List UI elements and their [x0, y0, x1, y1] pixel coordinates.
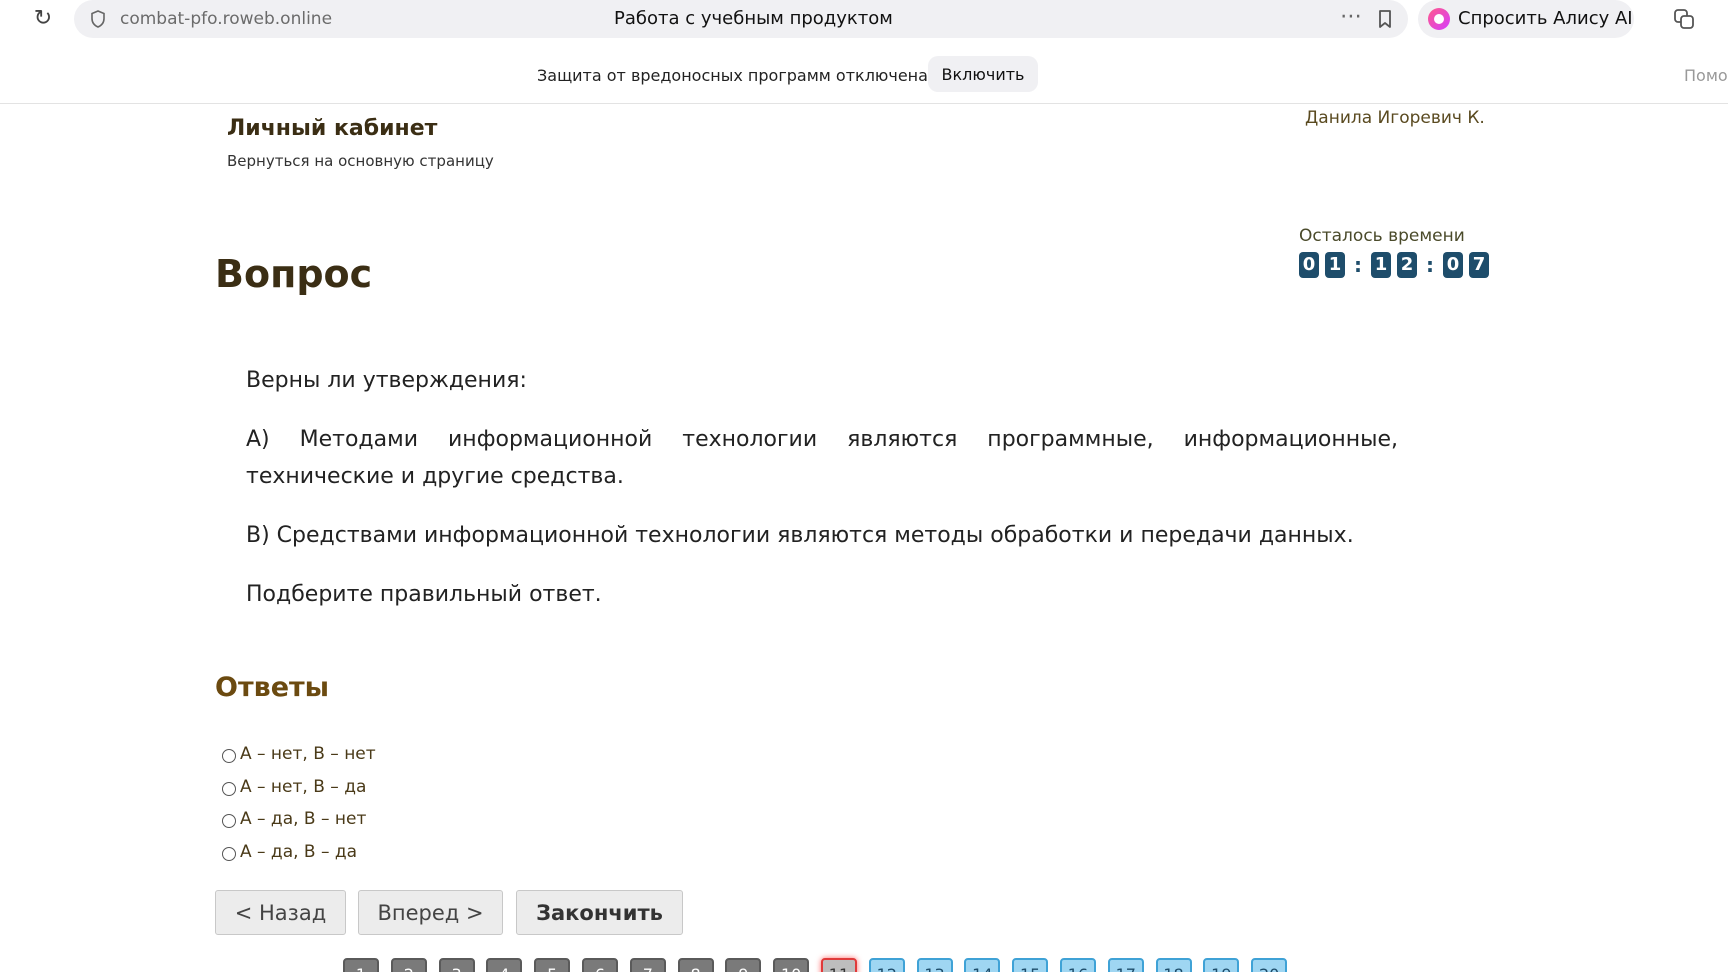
- finish-button[interactable]: Закончить: [516, 890, 683, 935]
- page-number-6[interactable]: 6: [581, 958, 618, 972]
- page-tab-title: Работа с учебным продуктом: [614, 8, 893, 29]
- page-number-15[interactable]: 15: [1012, 958, 1049, 972]
- page-number-2[interactable]: 2: [390, 958, 427, 972]
- page-number-9[interactable]: 9: [725, 958, 762, 972]
- page-number-18[interactable]: 18: [1155, 958, 1192, 972]
- question-heading: Вопрос: [215, 252, 373, 296]
- radio-button[interactable]: [222, 749, 236, 764]
- answer-option[interactable]: А – нет, В – нет: [222, 738, 376, 771]
- page-number-8[interactable]: 8: [677, 958, 714, 972]
- page-number-14[interactable]: 14: [964, 958, 1001, 972]
- page-number-7[interactable]: 7: [629, 958, 666, 972]
- answers-heading: Ответы: [215, 672, 330, 703]
- page-number-3[interactable]: 3: [438, 958, 475, 972]
- more-icon[interactable]: ⋯: [1340, 4, 1363, 29]
- reload-icon[interactable]: ↻: [30, 6, 56, 32]
- protection-bar: Защита от вредоносных программ отключена…: [0, 54, 1728, 104]
- next-button[interactable]: Вперед >: [358, 890, 503, 935]
- user-name: Данила Игоревич К.: [1305, 108, 1485, 128]
- statement-b: В) Средствами информационной технологии …: [246, 523, 1354, 548]
- protection-text: Защита от вредоносных программ отключена: [537, 66, 928, 85]
- back-to-main-link[interactable]: Вернуться на основную страницу: [227, 152, 494, 170]
- radio-button[interactable]: [222, 814, 236, 829]
- back-button[interactable]: < Назад: [215, 890, 346, 935]
- page-number-19[interactable]: 19: [1203, 958, 1240, 972]
- cabinet-title[interactable]: Личный кабинет: [227, 116, 437, 141]
- page-number-13[interactable]: 13: [916, 958, 953, 972]
- timer-digit: 1: [1325, 252, 1345, 278]
- answer-label[interactable]: А – да, В – нет: [240, 809, 366, 829]
- help-link[interactable]: Помощь: [1684, 66, 1728, 85]
- timer-digit: 2: [1397, 252, 1417, 278]
- timer-label: Осталось времени: [1299, 226, 1465, 246]
- question-pager: 1234567891011121314151617181920: [343, 958, 1299, 972]
- url-text: combat-pfo.roweb.online: [120, 9, 333, 29]
- page-number-17[interactable]: 17: [1107, 958, 1144, 972]
- browser-toolbar: ↻ combat-pfo.roweb.online Работа с учебн…: [0, 0, 1728, 40]
- answer-option[interactable]: А – да, В – нет: [222, 803, 376, 836]
- ask-alice-button[interactable]: Спросить Алису AI: [1418, 0, 1634, 38]
- page-number-5[interactable]: 5: [534, 958, 571, 972]
- question-intro: Верны ли утверждения:: [246, 368, 527, 393]
- page-number-20[interactable]: 20: [1251, 958, 1288, 972]
- page-number-4[interactable]: 4: [486, 958, 523, 972]
- answer-options: А – нет, В – нет А – нет, В – да А – да,…: [222, 738, 376, 868]
- timer-separator: :: [1354, 253, 1362, 277]
- timer-digit: 1: [1371, 252, 1391, 278]
- page-number-16[interactable]: 16: [1059, 958, 1096, 972]
- bookmark-icon[interactable]: [1374, 8, 1396, 30]
- page-number-1[interactable]: 1: [343, 958, 379, 972]
- address-bar[interactable]: combat-pfo.roweb.online Работа с учебным…: [74, 0, 1408, 38]
- radio-button[interactable]: [222, 846, 236, 861]
- extensions-icon[interactable]: [1672, 6, 1696, 32]
- answer-label[interactable]: А – нет, В – нет: [240, 744, 376, 764]
- countdown-timer: 0 1 : 1 2 : 0 7: [1299, 252, 1495, 278]
- alice-icon: [1428, 8, 1450, 30]
- question-text: Верны ли утверждения: А) Методами информ…: [246, 362, 1398, 635]
- timer-digit: 0: [1299, 252, 1319, 278]
- page-number-10[interactable]: 10: [773, 958, 810, 972]
- shield-icon: [91, 10, 105, 28]
- answer-option[interactable]: А – да, В – да: [222, 836, 376, 869]
- timer-digit: 7: [1469, 252, 1489, 278]
- timer-separator: :: [1426, 253, 1434, 277]
- answer-label[interactable]: А – нет, В – да: [240, 777, 366, 797]
- enable-protection-button[interactable]: Включить: [928, 56, 1038, 92]
- radio-button[interactable]: [222, 781, 236, 796]
- ask-alice-label: Спросить Алису AI: [1458, 8, 1633, 29]
- timer-digit: 0: [1443, 252, 1463, 278]
- answer-option[interactable]: А – нет, В – да: [222, 771, 376, 804]
- answer-label[interactable]: А – да, В – да: [240, 842, 357, 862]
- statement-a: А) Методами информационной технологии яв…: [246, 427, 1398, 489]
- page-number-11[interactable]: 11: [820, 958, 857, 972]
- page-number-12[interactable]: 12: [868, 958, 905, 972]
- question-instruction: Подберите правильный ответ.: [246, 582, 602, 607]
